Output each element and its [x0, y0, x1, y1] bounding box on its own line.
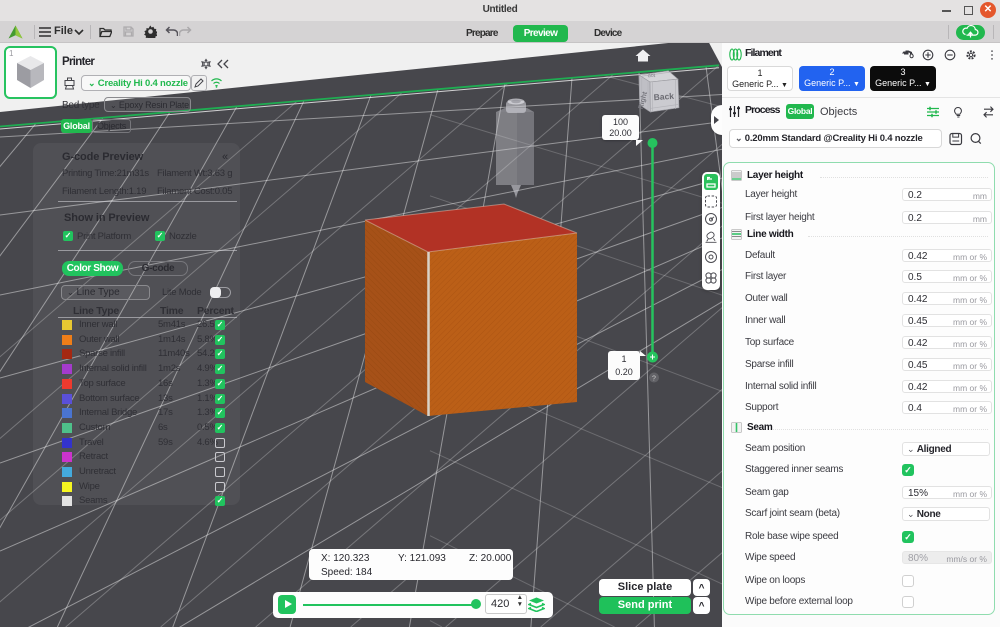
- svg-text:?: ?: [652, 376, 656, 383]
